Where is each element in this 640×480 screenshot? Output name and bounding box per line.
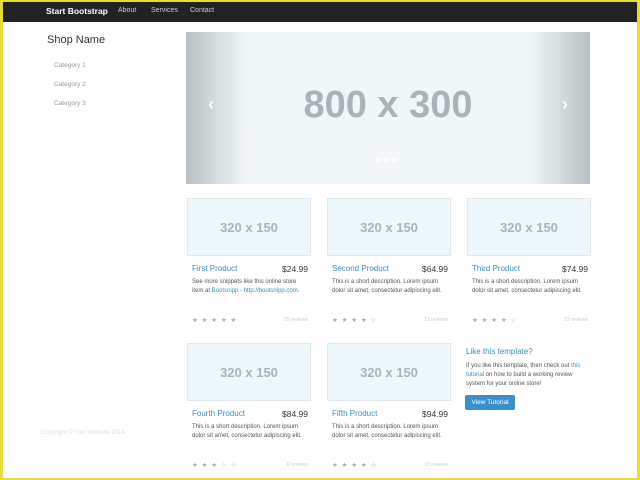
rating-stars: ★ ★ ★ ☆ ☆ xyxy=(192,462,238,469)
shop-name: Shop Name xyxy=(47,34,106,46)
indicator-dot[interactable] xyxy=(384,158,389,163)
review-count: 31 reviews xyxy=(564,317,588,323)
product-title[interactable]: Third Product xyxy=(472,264,520,273)
product-thumbnail[interactable]: 320 x 150 xyxy=(187,198,311,256)
product-card: 320 x 150 Second Product $64.99 This is … xyxy=(327,198,451,333)
product-price: $74.99 xyxy=(562,264,588,274)
promo-text: If you like this template, then check ou… xyxy=(466,363,581,387)
review-count: 15 reviews xyxy=(284,317,308,323)
indicator-dot[interactable] xyxy=(392,158,397,163)
promo-title[interactable]: Like this template? xyxy=(466,347,533,356)
rating-stars: ★ ★ ★ ★ ★ xyxy=(192,317,238,324)
product-price: $94.99 xyxy=(422,409,448,419)
chevron-right-icon[interactable]: › xyxy=(562,94,568,115)
product-card: 320 x 150 First Product $24.99 See more … xyxy=(187,198,311,333)
product-thumbnail[interactable]: 320 x 150 xyxy=(187,343,311,401)
product-description: This is a short description. Lorem ipsum… xyxy=(332,279,442,294)
product-title[interactable]: First Product xyxy=(192,264,237,273)
product-card: 320 x 150 Third Product $74.99 This is a… xyxy=(467,198,591,333)
product-card: 320 x 150 Fourth Product $84.99 This is … xyxy=(187,343,311,478)
nav-about[interactable]: About xyxy=(118,7,136,14)
carousel-indicators xyxy=(376,158,397,163)
bootsnipp-link[interactable]: Bootsnipp - http://bootsnipp.com xyxy=(212,288,298,294)
product-description: See more snippets like this online store… xyxy=(192,279,300,294)
nav-services[interactable]: Services xyxy=(151,7,178,14)
sidebar-item-category-3[interactable]: Category 3 xyxy=(54,100,86,107)
product-thumbnail[interactable]: 320 x 150 xyxy=(327,343,451,401)
navbar: Start Bootstrap About Services Contact xyxy=(3,2,637,22)
product-title[interactable]: Fourth Product xyxy=(192,409,245,418)
product-thumbnail[interactable]: 320 x 150 xyxy=(467,198,591,256)
carousel-placeholder-label: 800 x 300 xyxy=(303,84,473,126)
review-count: 18 reviews xyxy=(424,462,448,468)
chevron-left-icon[interactable]: ‹ xyxy=(208,94,214,115)
rating-stars: ★ ★ ★ ★ ☆ xyxy=(332,462,378,469)
product-description: This is a short description. Lorem ipsum… xyxy=(192,424,302,439)
product-card: 320 x 150 Fifth Product $94.99 This is a… xyxy=(327,343,451,478)
carousel: 800 x 300 ‹ › xyxy=(186,32,590,184)
footer-copyright: Copyright © Your Website 2014 xyxy=(41,430,125,436)
product-price: $84.99 xyxy=(282,409,308,419)
sidebar-item-category-1[interactable]: Category 1 xyxy=(54,62,86,69)
product-thumbnail[interactable]: 320 x 150 xyxy=(327,198,451,256)
product-price: $24.99 xyxy=(282,264,308,274)
view-tutorial-button[interactable]: View Tutorial xyxy=(465,395,515,410)
product-title[interactable]: Fifth Product xyxy=(332,409,377,418)
brand-link[interactable]: Start Bootstrap xyxy=(46,6,108,16)
rating-stars: ★ ★ ★ ★ ☆ xyxy=(472,317,518,324)
page: Start Bootstrap About Services Contact S… xyxy=(3,2,637,478)
indicator-dot[interactable] xyxy=(376,158,381,163)
product-title[interactable]: Second Product xyxy=(332,264,389,273)
product-description: This is a short description. Lorem ipsum… xyxy=(472,279,582,294)
product-price: $64.99 xyxy=(422,264,448,274)
product-description: This is a short description. Lorem ipsum… xyxy=(332,424,442,439)
review-count: 6 reviews xyxy=(286,462,308,468)
review-count: 12 reviews xyxy=(424,317,448,323)
rating-stars: ★ ★ ★ ★ ☆ xyxy=(332,317,378,324)
nav-contact[interactable]: Contact xyxy=(190,7,214,14)
sidebar-item-category-2[interactable]: Category 2 xyxy=(54,81,86,88)
